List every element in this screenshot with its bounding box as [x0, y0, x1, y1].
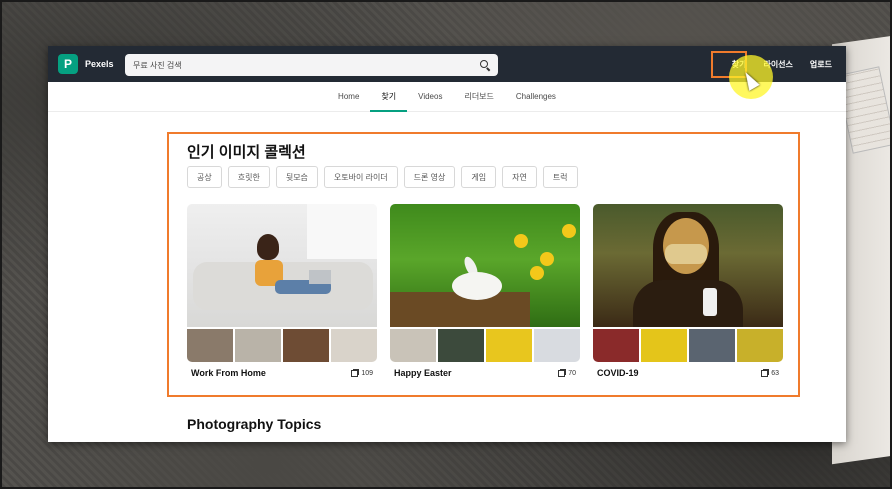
- search-placeholder: 무료 사진 검색: [133, 60, 182, 70]
- thumbnail-image[interactable]: [187, 329, 233, 362]
- chip-row: 공상 흐릿한 뒷모습 오토바이 라이더 드론 영상 게임 자연 트럭: [187, 166, 578, 188]
- tab-videos[interactable]: Videos: [407, 82, 453, 112]
- card-thumbnails: [390, 329, 580, 362]
- thumbnail-image[interactable]: [283, 329, 329, 362]
- collection-stack-icon: [351, 369, 359, 377]
- card-count-value: 109: [361, 369, 373, 377]
- thumbnail-image[interactable]: [438, 329, 484, 362]
- browser-window: P Pexels 무료 사진 검색 찾기 라이선스 업로드 Home 찾기 Vi…: [48, 46, 846, 442]
- card-title[interactable]: Happy Easter: [394, 368, 452, 378]
- search-input[interactable]: 무료 사진 검색: [125, 54, 498, 76]
- collection-cards: Work From Home 109 Happy Easter 70 COVID…: [187, 204, 783, 378]
- search-icon[interactable]: [480, 60, 490, 70]
- collection-stack-icon: [761, 369, 769, 377]
- thumbnail-image[interactable]: [235, 329, 281, 362]
- pexels-logo-icon[interactable]: P: [58, 54, 78, 74]
- thumbnail-image[interactable]: [737, 329, 783, 362]
- thumbnail-image[interactable]: [534, 329, 580, 362]
- chip[interactable]: 오토바이 라이더: [323, 166, 398, 188]
- chip[interactable]: 흐릿한: [227, 166, 270, 188]
- tab-challenges[interactable]: Challenges: [505, 82, 567, 112]
- collection-card-covid-19[interactable]: COVID-19 63: [593, 204, 783, 378]
- thumbnail-image[interactable]: [486, 329, 532, 362]
- tab-find[interactable]: 찾기: [370, 82, 407, 112]
- card-title[interactable]: Work From Home: [191, 368, 266, 378]
- tab-home[interactable]: Home: [327, 82, 370, 112]
- card-count-value: 63: [771, 369, 779, 377]
- collection-card-happy-easter[interactable]: Happy Easter 70: [390, 204, 580, 378]
- collections-title: 인기 이미지 콜렉션: [187, 144, 306, 161]
- thumbnail-image[interactable]: [390, 329, 436, 362]
- chip[interactable]: 뒷모습: [275, 166, 318, 188]
- thumbnail-image[interactable]: [689, 329, 735, 362]
- collection-card-work-from-home[interactable]: Work From Home 109: [187, 204, 377, 378]
- thumbnail-image[interactable]: [641, 329, 687, 362]
- brand-name[interactable]: Pexels: [85, 59, 114, 69]
- sub-nav: Home 찾기 Videos 리더보드 Challenges: [48, 82, 846, 112]
- collection-stack-icon: [558, 369, 566, 377]
- card-cover-image[interactable]: [593, 204, 783, 327]
- card-thumbnails: [593, 329, 783, 362]
- chip[interactable]: 자연: [502, 166, 537, 188]
- chip[interactable]: 드론 영상: [403, 166, 456, 188]
- card-cover-image[interactable]: [390, 204, 580, 327]
- tab-leaderboard[interactable]: 리더보드: [453, 82, 504, 112]
- thumbnail-image[interactable]: [593, 329, 639, 362]
- card-cover-image[interactable]: [187, 204, 377, 327]
- card-count-value: 70: [568, 369, 576, 377]
- chip[interactable]: 트럭: [542, 166, 578, 188]
- chip[interactable]: 공상: [187, 166, 222, 188]
- card-thumbnails: [187, 329, 377, 362]
- card-count: 109: [351, 369, 373, 377]
- topics-title: Photography Topics: [187, 416, 322, 432]
- topnav-upload[interactable]: 업로드: [810, 59, 832, 70]
- card-count: 70: [558, 369, 576, 377]
- thumbnail-image[interactable]: [331, 329, 377, 362]
- chip[interactable]: 게임: [461, 166, 497, 188]
- card-count: 63: [761, 369, 779, 377]
- card-title[interactable]: COVID-19: [597, 368, 639, 378]
